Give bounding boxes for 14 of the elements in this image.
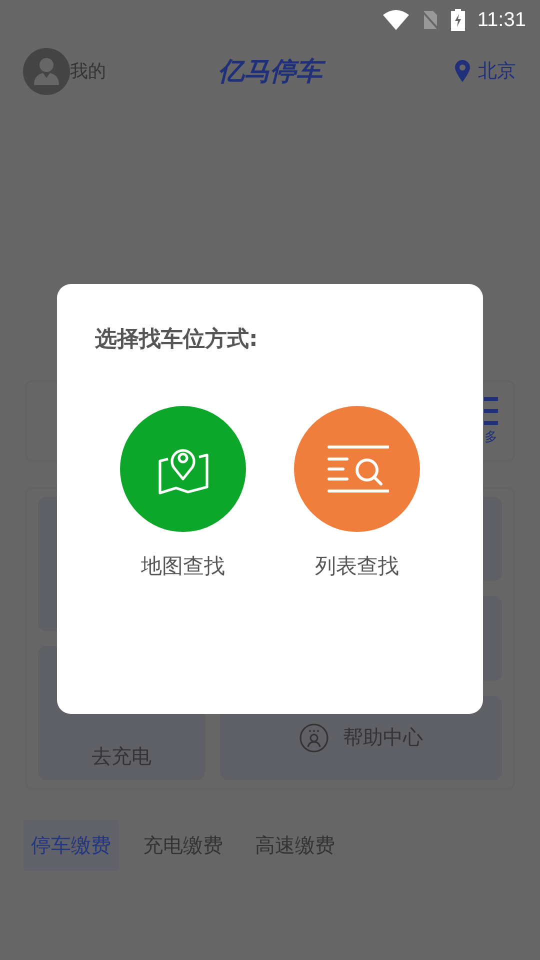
avatar-icon[interactable] (23, 48, 70, 94)
dialog-title: 选择找车位方式: (95, 326, 258, 354)
payment-tab[interactable]: 停车缴费 (23, 820, 119, 871)
no-sim-icon (421, 10, 440, 30)
battery-charging-icon (451, 9, 466, 31)
location-pin-icon (455, 60, 470, 82)
wifi-icon (383, 10, 410, 30)
status-time: 11:31 (477, 8, 526, 32)
option-label[interactable]: 地图查找 (141, 552, 225, 580)
menu-icon[interactable] (483, 396, 499, 426)
support-agent-icon (299, 722, 329, 753)
more-label: 多 (484, 429, 498, 446)
option-label[interactable]: 列表查找 (315, 552, 399, 580)
city-selector[interactable]: 北京 (478, 58, 516, 84)
